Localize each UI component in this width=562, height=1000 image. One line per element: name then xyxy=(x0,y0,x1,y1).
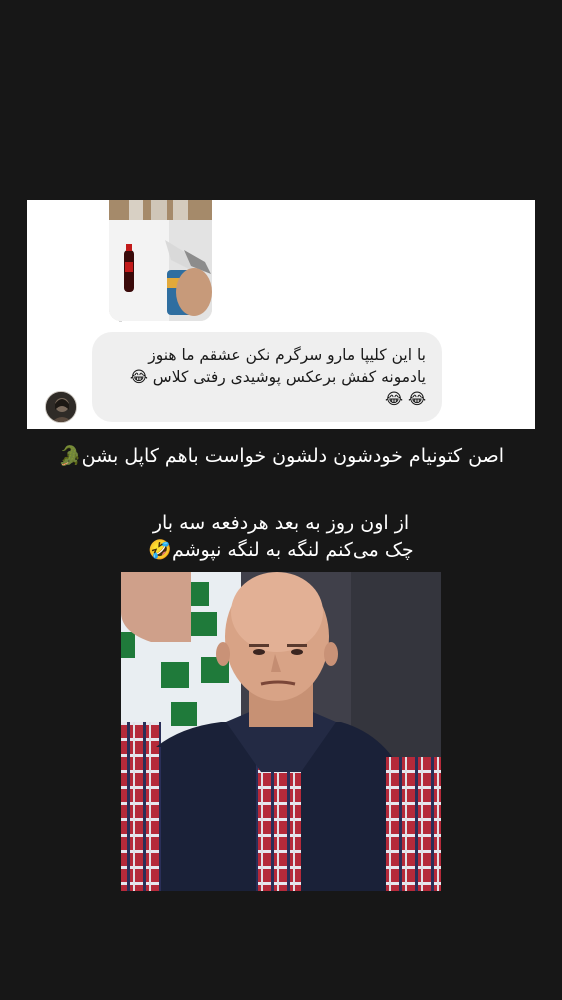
message-bubble[interactable]: با این کلیپا مارو سرگرم نکن عشقم ما هنوز… xyxy=(92,332,442,422)
chat-screenshot-card: با این کلیپا مارو سرگرم نکن عشقم ما هنوز… xyxy=(27,200,535,429)
story-view: با این کلیپا مارو سرگرم نکن عشقم ما هنوز… xyxy=(0,0,562,1000)
story-caption-1: اصن کتونیام خودشون دلشون خواست باهم کاپل… xyxy=(57,445,505,467)
thumbnail-image-icon xyxy=(109,200,212,321)
caption-2-line-2: چک می‌کنم لنگه به لنگه نپوشم🤣 xyxy=(148,539,414,561)
message-line-1: با این کلیپا مارو سرگرم نکن عشقم ما هنوز xyxy=(148,346,426,364)
user-avatar[interactable] xyxy=(45,391,77,423)
disappointed-fan-photo xyxy=(121,572,441,891)
meme-image-icon xyxy=(121,572,441,891)
story-caption-2: از اون روز به بعد هردفعه سه بار چک می‌کن… xyxy=(40,510,522,564)
message-line-2: یادمونه کفش برعکس پوشیدی رفتی کلاس 😂 xyxy=(129,368,426,386)
video-thumbnail[interactable] xyxy=(109,200,212,321)
avatar-icon xyxy=(46,392,76,422)
message-line-3: 😂 😂 xyxy=(384,390,426,408)
caption-2-line-1: از اون روز به بعد هردفعه سه بار xyxy=(152,512,410,534)
